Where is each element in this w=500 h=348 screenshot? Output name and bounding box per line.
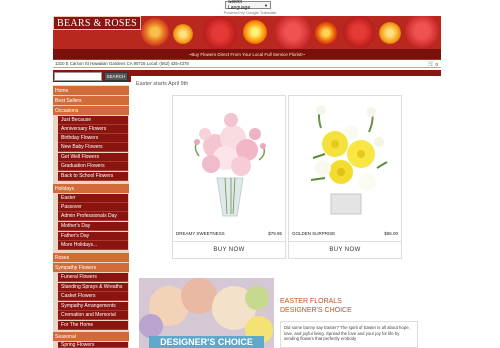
nav-home[interactable]: Home [53, 86, 129, 95]
nav-sympathy[interactable]: Sympathy Flowers [53, 263, 129, 272]
nav-item-easter[interactable]: Easter [58, 194, 128, 203]
flower-image [203, 16, 237, 50]
promo-image-text: DESIGNER'S CHOICE [160, 337, 253, 347]
nav-occasions[interactable]: Occasions [53, 106, 129, 115]
nav-item-just-because[interactable]: Just Because [58, 116, 128, 125]
flower-image [315, 22, 337, 44]
store-address: 1310 E Carson St Hawaiian Gardens CA 907… [55, 61, 189, 66]
promo-title-line1: EASTER FLORALS [280, 298, 342, 305]
nav-item-anniversary[interactable]: Anniversary Flowers [58, 125, 128, 134]
cart-count: 0 [435, 61, 438, 67]
nav-item-funeral[interactable]: Funeral Flowers [58, 273, 128, 282]
nav-item-back-to-school[interactable]: Back to School Flowers [58, 172, 128, 181]
nav-roses[interactable]: Roses [53, 253, 129, 262]
buy-now-button[interactable]: BUY NOW [173, 244, 285, 256]
nav-holidays[interactable]: Holidays [53, 184, 129, 193]
nav-seasonal[interactable]: Seasonal [53, 332, 129, 341]
nav-item-admin-day[interactable]: Admin Professionals Day [58, 212, 128, 221]
nav-item-passover[interactable]: Passover [58, 203, 128, 212]
nav-item-birthday[interactable]: Birthday Flowers [58, 134, 128, 143]
promo-title: EASTER FLORALS DESIGNER'S CHOICE [280, 297, 352, 315]
nav-item-for-the-home[interactable]: For The Home [58, 321, 128, 330]
product-card[interactable]: GOLDEN SURPRISE $65.00 BUY NOW [288, 95, 402, 259]
promo-title-line2: DESIGNER'S CHOICE [280, 307, 352, 314]
nav-item-more-holidays[interactable]: More Holidays... [58, 241, 128, 250]
product-price: $65.00 [384, 231, 398, 236]
search-input[interactable] [54, 72, 102, 81]
product-name[interactable]: GOLDEN SURPRISE [292, 231, 335, 236]
chevron-down-icon: ▼ [264, 2, 268, 8]
nav-item-fathers-day[interactable]: Father's Day [58, 232, 128, 241]
buy-now-button[interactable]: BUY NOW [289, 244, 401, 256]
flower-image [141, 18, 169, 46]
store-logo[interactable]: BEARS & ROSES [53, 16, 141, 30]
flower-image [275, 16, 311, 50]
tagline: ~Buy Flowers Direct From Your Local Full… [53, 49, 441, 59]
nav-item-casket[interactable]: Casket Flowers [58, 292, 128, 301]
address-bar: 1310 E Carson St Hawaiian Gardens CA 907… [53, 60, 441, 68]
product-name[interactable]: DREAMY SWEETNESS [176, 231, 225, 236]
nav-item-cremation[interactable]: Cremation and Memorial [58, 311, 128, 320]
language-select[interactable]: Select Language ▼ [225, 0, 271, 11]
nav-item-spring[interactable]: Spring Flowers [58, 342, 128, 348]
promo-text: Did some bunny say Easter? The spirit of… [284, 325, 410, 341]
nav-best-sellers[interactable]: Best Sellers [53, 96, 129, 105]
divider [173, 241, 285, 242]
flower-image [405, 16, 439, 48]
product-image[interactable] [175, 98, 283, 218]
promo-text-box: Did some bunny say Easter? The spirit of… [280, 321, 418, 348]
nav-item-new-baby[interactable]: New Baby Flowers [58, 143, 128, 152]
nav-item-mothers-day[interactable]: Mother's Day [58, 222, 128, 231]
product-card[interactable]: DREAMY SWEETNESS $79.95 BUY NOW [172, 95, 286, 259]
cart-button[interactable]: 🛒 0 [428, 60, 438, 68]
flower-image [173, 24, 193, 44]
nav-item-sympathy-arrangements[interactable]: Sympathy Arrangements [58, 302, 128, 311]
nav-item-get-well[interactable]: Get Well Flowers [58, 153, 128, 162]
powered-by-text: Powered by Google Translate [223, 10, 277, 15]
cart-icon: 🛒 [428, 61, 435, 67]
flower-image [243, 20, 267, 44]
nav-item-graduation[interactable]: Graduation Flowers [58, 162, 128, 171]
nav-item-standing-sprays[interactable]: Standing Sprays & Wreaths [58, 283, 128, 292]
flower-image [379, 22, 401, 44]
flower-image [343, 16, 375, 48]
product-image[interactable] [291, 98, 399, 218]
divider [289, 241, 401, 242]
product-price: $79.95 [268, 231, 282, 236]
easter-note: Easter starts April 9th [136, 81, 189, 87]
search-button[interactable]: SEARCH [104, 72, 128, 81]
promo-image[interactable]: DESIGNER'S CHOICE [139, 278, 274, 348]
